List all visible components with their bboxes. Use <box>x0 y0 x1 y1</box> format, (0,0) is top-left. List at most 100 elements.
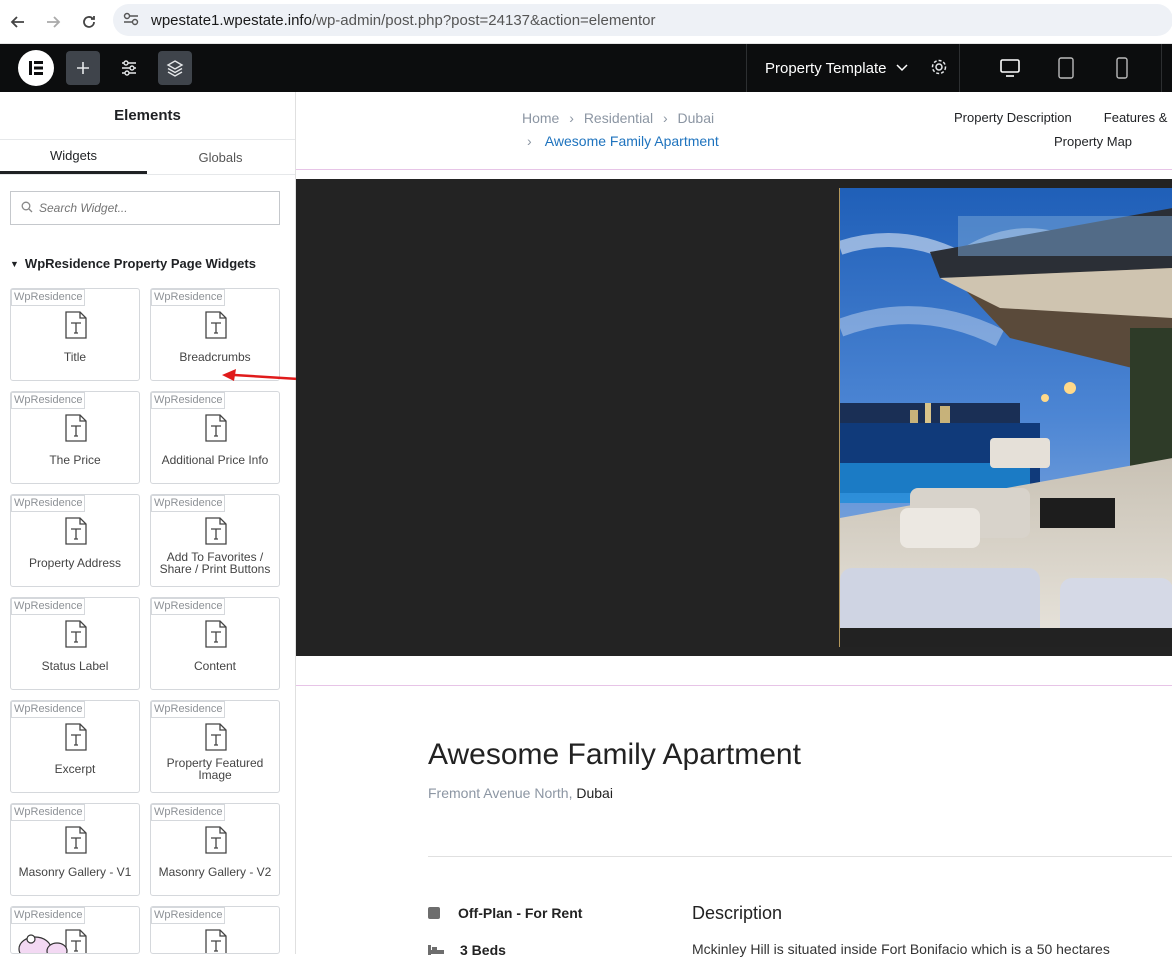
search-widget-input[interactable] <box>39 201 259 215</box>
widget-content[interactable]: WpResidence Content <box>150 597 280 690</box>
forward-arrow-icon[interactable] <box>35 4 71 40</box>
widget-favorites-share-print[interactable]: WpResidence Add To Favorites / Share / P… <box>150 494 280 587</box>
widget-excerpt[interactable]: WpResidence Excerpt <box>10 700 140 793</box>
search-widget-box <box>10 191 280 225</box>
status-value: Off-Plan - For Rent <box>458 905 583 921</box>
elementor-logo-icon[interactable] <box>18 50 54 86</box>
template-selector[interactable]: Property Template <box>746 44 960 92</box>
structure-button[interactable] <box>158 51 192 85</box>
widget-masonry-gallery-v2[interactable]: WpResidence Masonry Gallery - V2 <box>150 803 280 896</box>
text-widget-icon <box>205 929 227 953</box>
featured-image <box>839 188 1172 647</box>
widget-tag: WpResidence <box>11 804 86 821</box>
tab-widgets[interactable]: Widgets <box>0 140 147 174</box>
site-settings-icon[interactable] <box>123 12 143 29</box>
preview-canvas: Home › Residential › Dubai › Awesome Fam… <box>296 92 1172 958</box>
widget-label: Property Address <box>28 556 122 570</box>
site-settings-button[interactable] <box>112 51 146 85</box>
text-widget-icon <box>65 311 87 339</box>
widget-tag: WpResidence <box>151 907 226 924</box>
widget-tag: WpResidence <box>11 392 86 409</box>
reload-icon[interactable] <box>71 4 107 40</box>
address-city[interactable]: Dubai <box>576 785 613 801</box>
nav-property-map[interactable]: Property Map <box>1054 134 1132 149</box>
widget-title[interactable]: WpResidence Title <box>10 288 140 381</box>
widget-label: Masonry Gallery - V1 <box>18 865 132 879</box>
text-widget-icon <box>65 620 87 648</box>
panel-tabs: Widgets Globals <box>0 140 295 175</box>
desktop-icon[interactable] <box>998 56 1022 80</box>
elements-panel: Elements Widgets Globals ▼ WpResidence P… <box>0 92 296 954</box>
widget-label: Masonry Gallery - V2 <box>158 865 272 879</box>
beds-value: 3 Beds <box>460 942 506 958</box>
breadcrumb: Home › Residential › Dubai <box>522 110 714 126</box>
back-arrow-icon[interactable] <box>0 4 36 40</box>
gear-icon[interactable] <box>930 58 948 81</box>
breadcrumb-residential[interactable]: Residential <box>584 110 653 126</box>
widget-the-price[interactable]: WpResidence The Price <box>10 391 140 484</box>
url-host: wpestate1.wpestate.info <box>151 11 312 29</box>
widget-additional-price-info[interactable]: WpResidence Additional Price Info <box>150 391 280 484</box>
widget-tag: WpResidence <box>11 289 86 306</box>
text-widget-icon <box>205 414 227 442</box>
widget-partial-1[interactable]: WpResidence <box>10 906 140 954</box>
widget-label: Breadcrumbs <box>179 350 251 364</box>
widget-status-label[interactable]: WpResidence Status Label <box>10 597 140 690</box>
text-widget-icon <box>205 620 227 648</box>
editor-topbar: Property Template <box>0 44 1172 92</box>
widget-masonry-gallery-v1[interactable]: WpResidence Masonry Gallery - V1 <box>10 803 140 896</box>
add-element-button[interactable] <box>66 51 100 85</box>
widget-label: Add To Favorites / Share / Print Buttons <box>159 550 271 576</box>
address-bar[interactable]: wpestate1.wpestate.info/wp-admin/post.ph… <box>113 4 1172 36</box>
description-title: Description <box>692 903 783 923</box>
section-divider <box>296 685 1172 686</box>
widget-property-featured-image[interactable]: WpResidence Property Featured Image <box>150 700 280 793</box>
widget-tag: WpResidence <box>11 598 86 615</box>
text-widget-icon <box>205 517 227 545</box>
widget-category-label: WpResidence Property Page Widgets <box>24 256 256 271</box>
widget-label: Title <box>63 350 87 364</box>
widget-property-address[interactable]: WpResidence Property Address <box>10 494 140 587</box>
breadcrumb-dubai[interactable]: Dubai <box>678 110 715 126</box>
widget-label: Excerpt <box>54 762 96 776</box>
mobile-icon[interactable] <box>1110 56 1134 80</box>
help-mascot-icon[interactable] <box>17 929 69 954</box>
text-widget-icon <box>65 723 87 751</box>
tablet-icon[interactable] <box>1054 56 1078 80</box>
breadcrumb-current-row: › Awesome Family Apartment <box>527 133 719 149</box>
template-label: Property Template <box>765 59 887 77</box>
search-icon <box>21 201 39 216</box>
widget-label: Status Label <box>41 659 109 673</box>
chevron-down-icon <box>896 61 908 75</box>
widget-tag: WpResidence <box>11 907 86 924</box>
widget-category-header[interactable]: ▼ WpResidence Property Page Widgets <box>10 256 256 271</box>
beds-row: 3 Beds <box>428 942 506 958</box>
breadcrumb-home[interactable]: Home <box>522 110 559 126</box>
url-path: /wp-admin/post.php?post=24137&action=ele… <box>311 11 656 29</box>
panel-title: Elements <box>0 92 295 140</box>
nav-features[interactable]: Features & <box>1104 110 1168 125</box>
address-street: Fremont Avenue North, <box>428 785 577 801</box>
tab-globals[interactable]: Globals <box>147 140 294 174</box>
section-divider <box>296 169 1172 170</box>
status-square-icon <box>428 907 440 919</box>
sliders-icon <box>122 60 136 76</box>
widget-tag: WpResidence <box>151 804 226 821</box>
widget-tag: WpResidence <box>151 598 226 615</box>
status-row: Off-Plan - For Rent <box>428 905 582 921</box>
widget-label: Additional Price Info <box>161 453 269 467</box>
layers-icon <box>166 60 184 77</box>
text-widget-icon <box>65 517 87 545</box>
widget-partial-2[interactable]: WpResidence <box>150 906 280 954</box>
property-address: Fremont Avenue North, Dubai <box>428 785 613 801</box>
nav-property-description[interactable]: Property Description <box>954 110 1072 125</box>
text-widget-icon <box>205 723 227 751</box>
chevron-right-icon: › <box>662 110 668 126</box>
widget-tag: WpResidence <box>11 495 86 512</box>
topbar-divider <box>1161 44 1162 92</box>
text-widget-icon <box>65 414 87 442</box>
breadcrumb-current[interactable]: Awesome Family Apartment <box>545 133 719 149</box>
widget-label: Content <box>193 659 237 673</box>
widget-tag: WpResidence <box>151 289 226 306</box>
widget-label: The Price <box>49 453 101 467</box>
